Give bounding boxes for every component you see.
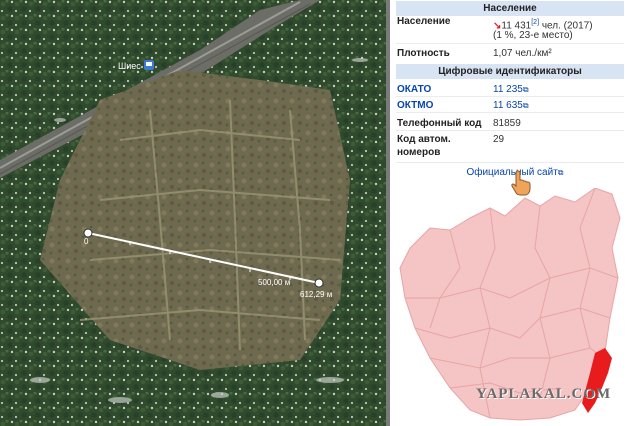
density-label: Плотность xyxy=(397,48,450,59)
okato-value[interactable]: 11 235 xyxy=(493,84,523,95)
row-divider xyxy=(396,130,624,131)
identifiers-section-header: Цифровые идентификаторы xyxy=(396,64,624,79)
ruler-end-label: 612,29 м xyxy=(300,290,332,299)
train-station-icon[interactable] xyxy=(144,60,154,70)
row-divider xyxy=(396,112,624,113)
okato-link[interactable]: ОКАТО xyxy=(397,83,431,96)
auto-code-label-line2: номеров xyxy=(397,147,441,158)
ruler-end-handle[interactable] xyxy=(314,278,324,288)
external-link-icon: ⧉ xyxy=(522,85,529,94)
population-reference-link[interactable]: [2] xyxy=(531,19,539,26)
okato-value-link[interactable]: 11 235⧉ xyxy=(493,83,529,96)
oktmo-value-link[interactable]: 11 635⧉ xyxy=(493,99,529,112)
poi-label[interactable]: Шиес xyxy=(118,61,141,71)
satellite-map[interactable]: Шиес 0 500,00 м 612,29 м xyxy=(0,0,386,426)
row-divider xyxy=(396,162,624,163)
phone-code-value: 81859 xyxy=(493,118,521,129)
satellite-imagery: Шиес 0 500,00 м 612,29 м xyxy=(0,0,386,426)
ruler-start-handle[interactable] xyxy=(83,228,93,238)
ruler-mid-label: 500,00 м xyxy=(258,278,290,287)
infobox-panel: Население Население ↘11 431[2] чел. (201… xyxy=(390,0,640,426)
phone-code-label: Телефонный код xyxy=(397,118,482,129)
density-value: 1,07 чел./км² xyxy=(493,48,552,59)
auto-code-label-line1: Код автом. xyxy=(397,134,451,145)
auto-code-value: 29 xyxy=(493,134,505,145)
oktmo-value[interactable]: 11 635 xyxy=(493,100,523,111)
watermark-logo: YAPLAKAL.COM xyxy=(476,386,612,402)
external-link-icon: ⧉ xyxy=(522,101,529,110)
external-link-icon: ⧉ xyxy=(557,168,564,177)
population-section-header: Население xyxy=(396,1,624,16)
population-rank: (1 %, 23-е место) xyxy=(493,30,573,41)
population-label: Население xyxy=(397,16,451,27)
row-divider xyxy=(396,96,624,97)
oktmo-link[interactable]: ОКТМО xyxy=(397,99,433,112)
row-divider xyxy=(396,43,624,44)
ruler-start-label: 0 xyxy=(84,237,89,246)
